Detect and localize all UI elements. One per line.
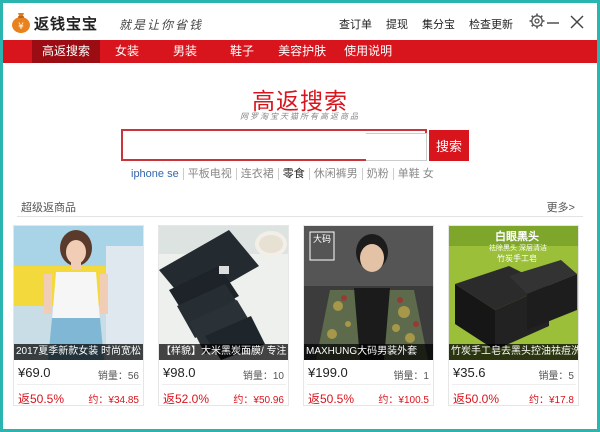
money-bag-logo-icon: ¥: [12, 13, 30, 33]
product-estimate: 约：¥50.96: [233, 395, 284, 406]
tab-shoes[interactable]: 鞋子: [220, 40, 264, 63]
product-title: 竹炭手工皂去黑头控油祛痘洗: [449, 344, 578, 360]
section-divider: [17, 216, 583, 217]
jifenbao-link[interactable]: 集分宝: [422, 16, 455, 32]
minimize-icon[interactable]: [545, 15, 561, 31]
product-estimate: 约：¥17.8: [528, 395, 574, 406]
gear-icon[interactable]: [529, 13, 545, 29]
product-price: ¥98.0: [163, 365, 196, 380]
hot-keyword[interactable]: 平板电视: [184, 168, 237, 180]
product-price: ¥69.0: [18, 365, 51, 380]
product-rebate: 返50.0%: [453, 392, 500, 406]
product-card[interactable]: 大码 MAXHUNG大码男装外套 ¥199.0 销量：1 返50.5% 约：¥1…: [303, 225, 434, 406]
app-slogan: 就是让你省钱: [119, 18, 204, 32]
product-badge: 大码: [313, 234, 332, 244]
card-divider: [17, 384, 141, 385]
hot-keyword[interactable]: iphone se: [129, 168, 184, 180]
product-sales: 销量：10: [242, 371, 284, 382]
card-divider: [452, 384, 576, 385]
hot-keyword[interactable]: 单鞋 女: [394, 168, 438, 180]
tab-rebate-search[interactable]: 高返搜索: [32, 40, 101, 63]
product-sales: 销量：56: [97, 371, 139, 382]
svg-text:¥: ¥: [18, 22, 24, 32]
product-rebate: 返50.5%: [18, 392, 65, 406]
product-card[interactable]: 2017夏季新款女装 时尚宽松 ¥69.0 销量：56 返50.5% 约：¥34…: [13, 225, 144, 406]
product-sales: 销量：1: [393, 371, 429, 382]
card-divider: [307, 384, 431, 385]
app-title: 返钱宝宝: [34, 16, 99, 33]
withdraw-link[interactable]: 提现: [386, 16, 408, 32]
product-sales: 销量：5: [538, 371, 574, 382]
check-update-link[interactable]: 检查更新: [469, 16, 513, 32]
product-title: 2017夏季新款女装 时尚宽松: [14, 344, 143, 360]
product-price: ¥35.6: [453, 365, 486, 380]
tab-instructions[interactable]: 使用说明: [334, 40, 402, 63]
card-divider: [162, 384, 286, 385]
product-banner-name: 竹炭手工皂: [497, 254, 537, 263]
search-input-extension[interactable]: [366, 133, 427, 161]
product-image: [159, 226, 288, 360]
close-icon[interactable]: [569, 14, 585, 30]
category-nav: 高返搜索 女装 男装 鞋子 美容护肤 使用说明: [3, 40, 597, 63]
product-image: [14, 226, 143, 360]
app-window: ¥ 返钱宝宝 就是让你省钱 查订单 提现 集分宝 检查更新 高返搜索 女装 男装…: [3, 3, 597, 429]
product-card[interactable]: 白眼黑头 祛除黑头 深层清洁 竹炭手工皂 竹炭手工皂去黑头控油祛痘洗 ¥35.6…: [448, 225, 579, 406]
check-orders-link[interactable]: 查订单: [339, 16, 372, 32]
product-image: 大码: [304, 226, 433, 360]
product-image: 白眼黑头 祛除黑头 深层清洁 竹炭手工皂: [449, 226, 578, 360]
hot-keyword[interactable]: 休闲裤男: [310, 168, 363, 180]
search-subtitle: 网罗淘宝天猫所有高返商品: [240, 112, 360, 121]
product-price: ¥199.0: [308, 365, 348, 380]
product-estimate: 约：¥34.85: [88, 395, 139, 406]
search-button[interactable]: 搜索: [429, 130, 469, 161]
hot-keywords: iphone se 平板电视 连衣裙 零食 休闲裤男 奶粉 单鞋 女: [129, 168, 438, 180]
product-banner-title: 白眼黑头: [495, 231, 539, 243]
top-links: 查订单 提现 集分宝 检查更新: [339, 16, 513, 32]
product-title: 【样貌】大米黑炭面膜/ 专注: [159, 344, 288, 360]
section-title: 超级返商品: [21, 202, 76, 214]
product-estimate: 约：¥100.5: [378, 395, 429, 406]
tab-beauty-skincare[interactable]: 美容护肤: [268, 40, 336, 63]
more-link[interactable]: 更多>: [547, 199, 575, 215]
hot-keyword[interactable]: 奶粉: [363, 168, 394, 180]
tab-mens-wear[interactable]: 男装: [163, 40, 207, 63]
title-bar: ¥ 返钱宝宝 就是让你省钱 查订单 提现 集分宝 检查更新: [3, 3, 597, 40]
product-card[interactable]: 【样貌】大米黑炭面膜/ 专注 ¥98.0 销量：10 返52.0% 约：¥50.…: [158, 225, 289, 406]
hot-keyword[interactable]: 零食: [279, 168, 310, 180]
product-title: MAXHUNG大码男装外套: [304, 344, 433, 360]
hot-keyword[interactable]: 连衣裙: [237, 168, 279, 180]
tab-womens-wear[interactable]: 女装: [105, 40, 149, 63]
product-banner-subtitle: 祛除黑头 深层清洁: [489, 245, 547, 252]
product-rebate: 返52.0%: [163, 392, 210, 406]
product-rebate: 返50.5%: [308, 392, 355, 406]
